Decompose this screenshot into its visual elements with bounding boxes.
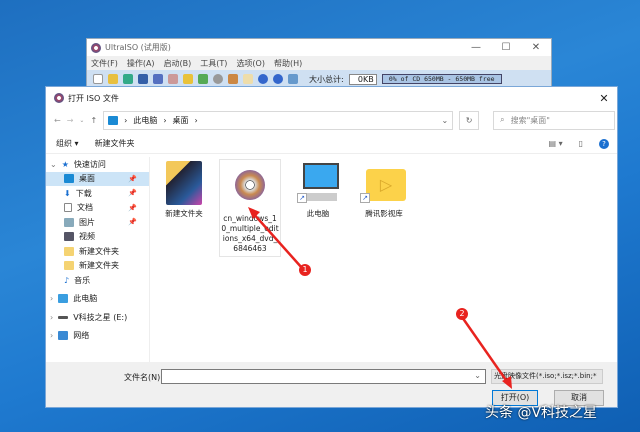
arrow-2 — [462, 317, 508, 383]
arrow-1 — [252, 212, 302, 268]
annotation-marker-1: 1 — [299, 264, 311, 276]
watermark: 头条 @V科技之星 — [485, 402, 597, 422]
annotation-marker-2: 2 — [456, 308, 468, 320]
annotation-arrows — [0, 0, 640, 432]
